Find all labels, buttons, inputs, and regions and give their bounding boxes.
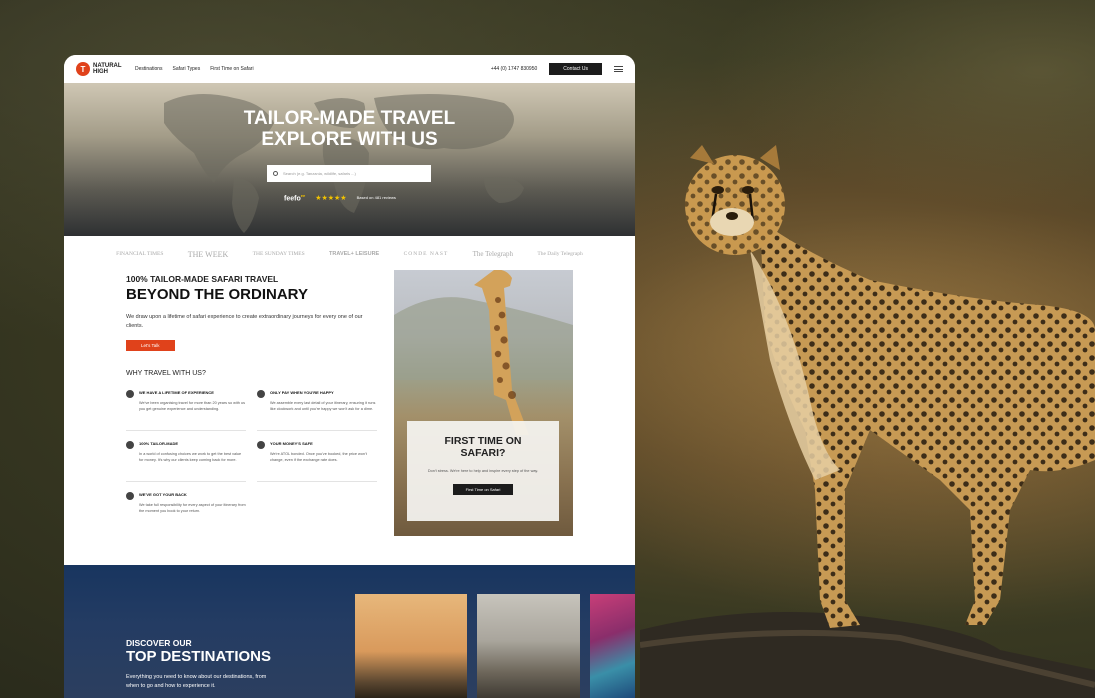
first-time-text: Don't stress. We're here to help and ins… bbox=[427, 469, 539, 473]
logo-text: NATURAL HIGH bbox=[93, 63, 122, 75]
intro-kicker: 100% TAILOR-MADE SAFARI TRAVEL bbox=[126, 274, 279, 284]
first-time-panel: FIRST TIME ON SAFARI? Don't stress. We're… bbox=[407, 421, 559, 521]
destination-card-sunset[interactable] bbox=[355, 594, 467, 698]
feature-pay-when-happy: ONLY PAY WHEN YOU'RE HAPPY We assemble e… bbox=[257, 390, 377, 431]
feature-tailor-made: 100% TAILOR-MADE In a world of confusing… bbox=[126, 441, 246, 482]
first-time-card: FIRST TIME ON SAFARI? Don't stress. We're… bbox=[394, 270, 573, 536]
nav-link-safari-types[interactable]: Safari Types bbox=[173, 66, 201, 72]
press-logo: The Daily Telegraph bbox=[537, 251, 583, 257]
press-logo: TRAVEL+ LEISURE bbox=[329, 251, 380, 257]
contact-button[interactable]: Contact Us bbox=[549, 63, 602, 75]
first-time-title: FIRST TIME ON SAFARI? bbox=[444, 435, 522, 459]
hero-title: TAILOR-MADE TRAVEL EXPLORE WITH US bbox=[243, 108, 456, 150]
divider bbox=[126, 430, 246, 431]
nav-link-first-time[interactable]: First Time on Safari bbox=[210, 66, 253, 72]
review-count: Based on 481 reviews bbox=[356, 195, 396, 201]
divider bbox=[126, 481, 246, 482]
lets-talk-button[interactable]: Let's Talk bbox=[126, 340, 175, 351]
divider bbox=[257, 481, 377, 482]
website-screenshot: T NATURAL HIGH Destinations Safari Types … bbox=[64, 55, 635, 698]
compass-icon bbox=[126, 390, 134, 398]
search-icon bbox=[273, 171, 278, 176]
press-logo: FINANCIAL TIMES bbox=[116, 251, 164, 257]
shield-icon bbox=[257, 441, 265, 449]
press-logo: THE SUNDAY TIMES bbox=[252, 251, 305, 257]
press-logo: CONDE NAST bbox=[403, 251, 449, 257]
destination-card-colorful[interactable] bbox=[590, 594, 635, 698]
scissors-icon bbox=[126, 441, 134, 449]
search-input[interactable]: Search (e.g. Tanzania, wildlife, safaris… bbox=[267, 165, 431, 182]
phone-number[interactable]: +44 (0) 1747 830950 bbox=[491, 66, 538, 72]
logo-icon: T bbox=[76, 62, 90, 76]
intro-headline: BEYOND THE ORDINARY bbox=[126, 286, 308, 303]
world-map-graphic bbox=[164, 94, 524, 233]
feature-experience: WE HAVE A LIFETIME OF EXPERIENCE We've b… bbox=[126, 390, 246, 431]
destinations-headline: TOP DESTINATIONS bbox=[126, 648, 272, 665]
press-logos: FINANCIAL TIMES THE WEEK THE SUNDAY TIME… bbox=[64, 236, 635, 272]
first-time-button[interactable]: First Time on Safari bbox=[452, 484, 514, 495]
divider bbox=[257, 430, 377, 431]
review-strip[interactable]: feefoee ★★★★★ Based on 481 reviews bbox=[284, 193, 396, 202]
search-placeholder: Search (e.g. Tanzania, wildlife, safaris… bbox=[283, 171, 356, 176]
destinations-section: DISCOVER OUR TOP DESTINATIONS Everything… bbox=[64, 565, 635, 698]
why-title: WHY TRAVEL WITH US? bbox=[126, 370, 206, 377]
feature-got-your-back: WE'VE GOT YOUR BACK We take full respons… bbox=[126, 492, 246, 514]
menu-icon[interactable] bbox=[614, 66, 623, 72]
rating-stars-icon: ★★★★★ bbox=[315, 194, 347, 202]
destinations-text: Everything you need to know about our de… bbox=[126, 674, 267, 689]
destination-card-wild-dogs[interactable] bbox=[477, 594, 580, 698]
press-logo: The Telegraph bbox=[472, 250, 514, 258]
cheetah-photo bbox=[640, 145, 1095, 698]
press-logo: THE WEEK bbox=[187, 249, 229, 259]
hand-icon bbox=[257, 390, 265, 398]
intro-section: 100% TAILOR-MADE SAFARI TRAVEL BEYOND TH… bbox=[126, 274, 381, 377]
nav-link-destinations[interactable]: Destinations bbox=[135, 66, 163, 72]
top-nav: T NATURAL HIGH Destinations Safari Types … bbox=[64, 55, 635, 83]
feature-money-safe: YOUR MONEY'S SAFE We're ATOL bonded. Onc… bbox=[257, 441, 377, 482]
logo[interactable]: T NATURAL HIGH bbox=[76, 62, 123, 76]
support-icon bbox=[126, 492, 134, 500]
intro-lead: We draw upon a lifetime of safari experi… bbox=[126, 314, 363, 329]
feefo-logo: feefoee bbox=[284, 193, 306, 203]
hero-banner: TAILOR-MADE TRAVEL EXPLORE WITH US Search… bbox=[64, 83, 635, 236]
destinations-kicker: DISCOVER OUR bbox=[126, 638, 192, 648]
